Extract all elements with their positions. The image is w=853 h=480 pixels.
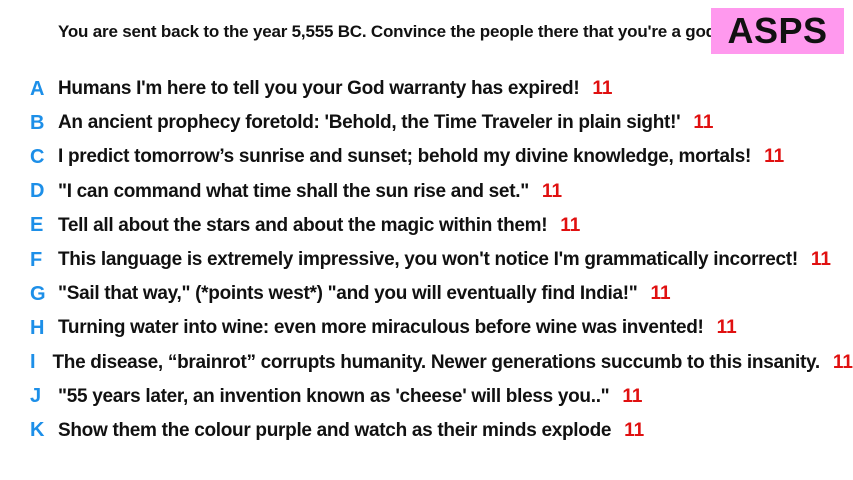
answer-text: "Sail that way," (*points west*) "and yo… — [58, 283, 638, 305]
answer-score: 11 — [650, 283, 671, 305]
answer-letter: B — [30, 111, 45, 134]
team-badge: ASPS — [711, 8, 844, 54]
answer-row-h: H Turning water into wine: even more mir… — [0, 311, 853, 345]
answer-text: Humans I'm here to tell you your God war… — [58, 78, 580, 100]
answer-text: Tell all about the stars and about the m… — [58, 214, 548, 236]
answer-row-d: D "I can command what time shall the sun… — [0, 175, 853, 209]
answer-row-f: F This language is extremely impressive,… — [0, 243, 853, 277]
answer-score: 11 — [592, 78, 613, 100]
answer-letter: K — [30, 419, 45, 442]
answer-row-a: A Humans I'm here to tell you your God w… — [0, 72, 853, 106]
answer-text: Show them the colour purple and watch as… — [58, 419, 612, 441]
answer-row-c: C I predict tomorrow’s sunrise and sunse… — [0, 140, 853, 174]
answer-letter: J — [30, 385, 42, 408]
answer-score: 11 — [764, 146, 785, 168]
prompt-text: You are sent back to the year 5,555 BC. … — [58, 22, 721, 41]
answer-score: 11 — [624, 419, 645, 441]
answer-score: 11 — [716, 317, 737, 339]
answer-letter: D — [30, 180, 45, 203]
answer-letter: F — [30, 248, 43, 271]
answer-letter: I — [30, 351, 36, 374]
team-badge-label: ASPS — [727, 10, 828, 51]
answer-text: The disease, “brainrot” corrupts humanit… — [52, 351, 820, 373]
answer-score: 11 — [832, 351, 853, 373]
answer-letter: C — [30, 145, 45, 168]
answer-score: 11 — [622, 385, 643, 407]
answer-letter: G — [30, 282, 46, 305]
answer-row-e: E Tell all about the stars and about the… — [0, 209, 853, 243]
answer-text: I predict tomorrow’s sunrise and sunset;… — [58, 146, 752, 168]
answer-text: "I can command what time shall the sun r… — [58, 180, 529, 202]
answer-letter: A — [30, 77, 45, 100]
answer-row-b: B An ancient prophecy foretold: 'Behold,… — [0, 106, 853, 140]
answer-text: Turning water into wine: even more mirac… — [58, 317, 704, 339]
answer-score: 11 — [693, 112, 714, 134]
answer-text: "55 years later, an invention known as '… — [58, 385, 610, 407]
answer-row-i: I The disease, “brainrot” corrupts human… — [0, 346, 853, 380]
answer-score: 11 — [810, 249, 831, 271]
answer-letter: H — [30, 316, 45, 339]
answer-score: 11 — [560, 214, 581, 236]
answer-row-k: K Show them the colour purple and watch … — [0, 414, 853, 448]
answer-row-j: J "55 years later, an invention known as… — [0, 380, 853, 414]
answer-text: An ancient prophecy foretold: 'Behold, t… — [58, 112, 681, 134]
answer-row-g: G "Sail that way," (*points west*) "and … — [0, 277, 853, 311]
answer-letter: E — [30, 214, 44, 237]
answer-score: 11 — [541, 180, 563, 202]
answer-list: A Humans I'm here to tell you your God w… — [0, 72, 853, 448]
answer-text: This language is extremely impressive, y… — [58, 249, 798, 271]
